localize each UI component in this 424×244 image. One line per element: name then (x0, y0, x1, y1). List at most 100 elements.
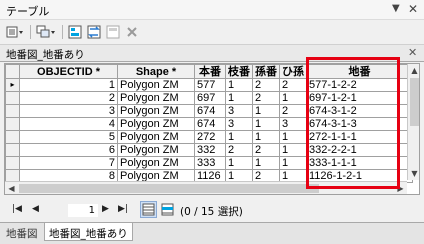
cell-shape[interactable]: Polygon ZM (117, 156, 195, 170)
last-record-icon[interactable]: ▶| (118, 204, 128, 214)
cell-shape[interactable]: Polygon ZM (117, 143, 195, 157)
table-tab-label[interactable]: 地番図_地番あり (6, 47, 85, 62)
row-selector[interactable] (5, 130, 20, 144)
table-row[interactable]: 7 Polygon ZM 333 1 1 1 333-1-1-1 (5, 156, 413, 170)
cell-chiban[interactable]: 697-1-2-1 (306, 91, 413, 105)
table-row[interactable]: 3 Polygon ZM 674 3 1 2 674-3-1-2 (5, 104, 413, 118)
scroll-up-icon[interactable]: ▲ (408, 64, 419, 77)
window-titlebar: テーブル ▼ ✕ (0, 0, 424, 20)
pin-icon[interactable]: ▼ (392, 3, 400, 14)
vertical-scrollbar[interactable]: ▲ ▼ (407, 64, 419, 180)
table-options-icon[interactable] (6, 24, 26, 40)
cell-chiban[interactable]: 272-1-1-1 (306, 130, 413, 144)
show-selected-records-icon[interactable] (159, 201, 176, 218)
cell-magoban[interactable]: 1 (252, 117, 280, 131)
cell-magoban[interactable]: 2 (252, 91, 280, 105)
table-row[interactable]: 4 Polygon ZM 674 3 1 3 674-3-1-3 (5, 117, 413, 131)
cell-objectid[interactable]: 5 (19, 130, 118, 144)
row-selector[interactable] (5, 156, 20, 170)
cell-himago[interactable]: 1 (279, 91, 307, 105)
cell-shape[interactable]: Polygon ZM (117, 78, 195, 92)
cell-edaban[interactable]: 3 (225, 117, 253, 131)
table-row[interactable]: ▸ 1 Polygon ZM 577 1 2 2 577-1-2-2 (5, 78, 413, 92)
cell-magoban[interactable]: 1 (252, 156, 280, 170)
cell-chiban[interactable]: 332-2-2-1 (306, 143, 413, 157)
column-header-edaban[interactable]: 枝番 (225, 64, 253, 79)
cell-shape[interactable]: Polygon ZM (117, 130, 195, 144)
cell-honban[interactable]: 697 (194, 91, 226, 105)
related-tables-icon[interactable] (36, 24, 58, 40)
cell-himago[interactable]: 1 (279, 143, 307, 157)
tab-chibanzu-chiban-ari[interactable]: 地番図_地番あり (44, 223, 133, 241)
delete-selected-icon[interactable] (124, 24, 140, 40)
tab-chibanzu[interactable]: 地番図 (2, 223, 42, 241)
cell-chiban[interactable]: 674-3-1-3 (306, 117, 413, 131)
scroll-right-icon[interactable]: ▶ (394, 182, 407, 194)
cell-himago[interactable]: 1 (279, 156, 307, 170)
next-record-icon[interactable]: ▶ (102, 204, 109, 214)
previous-record-icon[interactable]: ◀ (32, 204, 39, 214)
cell-magoban[interactable]: 1 (252, 104, 280, 118)
cell-honban[interactable]: 272 (194, 130, 226, 144)
show-all-records-icon[interactable] (140, 201, 157, 218)
clear-selection-icon[interactable] (105, 24, 121, 40)
column-header-honban[interactable]: 本番 (194, 64, 226, 79)
cell-himago[interactable]: 2 (279, 78, 307, 92)
row-selector[interactable] (5, 104, 20, 118)
close-icon[interactable]: ✕ (408, 2, 418, 16)
cell-shape[interactable]: Polygon ZM (117, 117, 195, 131)
column-header-chiban[interactable]: 地番 (306, 64, 413, 79)
cell-shape[interactable]: Polygon ZM (117, 91, 195, 105)
cell-honban[interactable]: 333 (194, 156, 226, 170)
column-header-himago[interactable]: ひ孫 (279, 64, 307, 79)
vertical-scroll-thumb[interactable] (410, 78, 419, 126)
horizontal-scroll-thumb[interactable] (19, 184, 319, 193)
cell-honban[interactable]: 332 (194, 143, 226, 157)
horizontal-scrollbar[interactable]: ◀ ▶ (5, 181, 407, 194)
cell-chiban[interactable]: 674-3-1-2 (306, 104, 413, 118)
cell-edaban[interactable]: 1 (225, 91, 253, 105)
cell-shape[interactable]: Polygon ZM (117, 104, 195, 118)
cell-objectid[interactable]: 1 (19, 78, 118, 92)
column-header-objectid[interactable]: OBJECTID * (19, 64, 118, 79)
row-selector[interactable] (5, 117, 20, 131)
cell-edaban[interactable]: 3 (225, 104, 253, 118)
cell-objectid[interactable]: 4 (19, 117, 118, 131)
row-selector[interactable]: ▸ (5, 78, 20, 92)
row-selector-header[interactable] (5, 64, 20, 79)
cell-honban[interactable]: 674 (194, 104, 226, 118)
cell-edaban[interactable]: 1 (225, 78, 253, 92)
cell-edaban[interactable]: 1 (225, 130, 253, 144)
close-table-icon[interactable]: ✕ (408, 46, 417, 59)
switch-selection-icon[interactable] (86, 24, 102, 40)
cell-himago[interactable]: 3 (279, 117, 307, 131)
current-record-input[interactable]: 1 (68, 204, 98, 217)
scroll-left-icon[interactable]: ◀ (5, 182, 18, 194)
table-row[interactable]: 5 Polygon ZM 272 1 1 1 272-1-1-1 (5, 130, 413, 144)
cell-magoban[interactable]: 2 (252, 78, 280, 92)
cell-chiban[interactable]: 577-1-2-2 (306, 78, 413, 92)
column-header-shape[interactable]: Shape * (117, 64, 195, 79)
table-toolbar (0, 20, 424, 44)
row-selector[interactable] (5, 91, 20, 105)
cell-chiban[interactable]: 333-1-1-1 (306, 156, 413, 170)
cell-edaban[interactable]: 1 (225, 156, 253, 170)
cell-objectid[interactable]: 2 (19, 91, 118, 105)
cell-honban[interactable]: 577 (194, 78, 226, 92)
cell-himago[interactable]: 1 (279, 130, 307, 144)
cell-objectid[interactable]: 6 (19, 143, 118, 157)
table-row[interactable]: 2 Polygon ZM 697 1 2 1 697-1-2-1 (5, 91, 413, 105)
column-header-magoban[interactable]: 孫番 (252, 64, 280, 79)
select-by-attributes-icon[interactable] (67, 24, 83, 40)
cell-objectid[interactable]: 7 (19, 156, 118, 170)
cell-magoban[interactable]: 2 (252, 143, 280, 157)
cell-objectid[interactable]: 3 (19, 104, 118, 118)
first-record-icon[interactable]: |◀ (12, 204, 22, 214)
row-selector[interactable] (5, 143, 20, 157)
scroll-down-icon[interactable]: ▼ (408, 167, 419, 180)
cell-himago[interactable]: 2 (279, 104, 307, 118)
cell-honban[interactable]: 674 (194, 117, 226, 131)
table-row[interactable]: 6 Polygon ZM 332 2 2 1 332-2-2-1 (5, 143, 413, 157)
cell-edaban[interactable]: 2 (225, 143, 253, 157)
cell-magoban[interactable]: 1 (252, 130, 280, 144)
